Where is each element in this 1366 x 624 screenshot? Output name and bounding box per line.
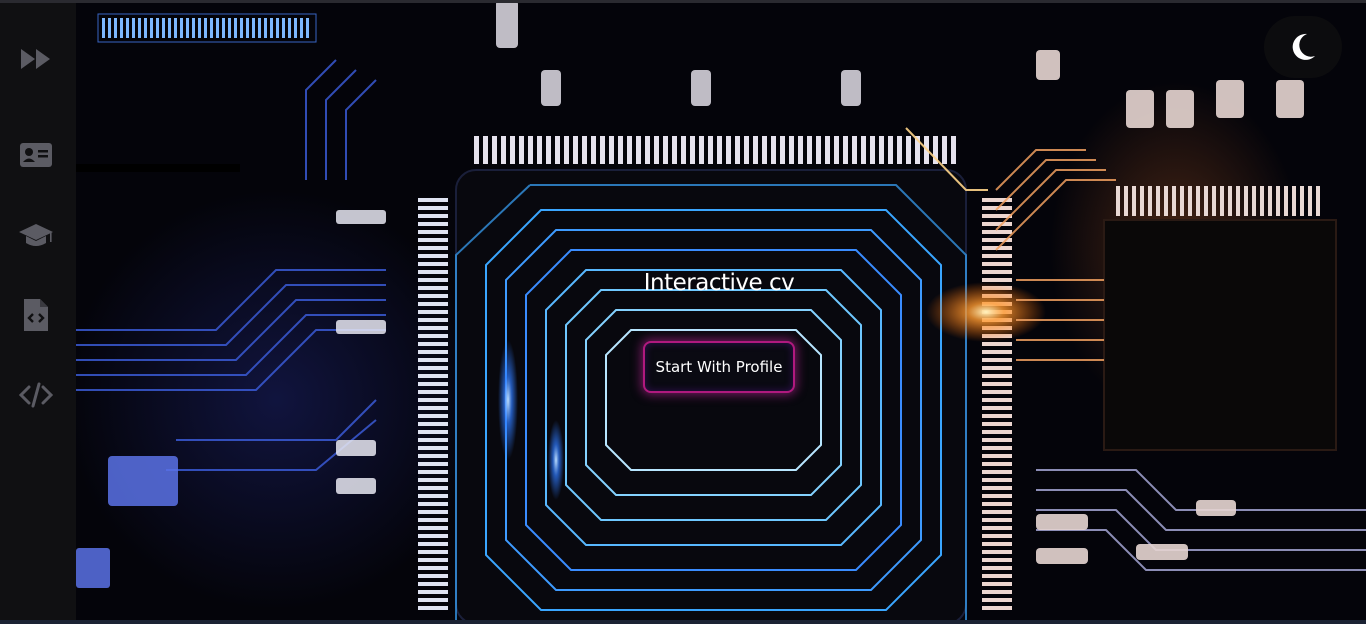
sidebar-item-expand[interactable]	[18, 41, 54, 77]
circuit-board-background	[76, 0, 1366, 624]
bottom-border	[0, 620, 1366, 624]
decorative-bar	[76, 164, 240, 172]
id-card-icon	[20, 143, 52, 167]
sidebar	[0, 0, 76, 624]
page-title: Interactive cv	[643, 270, 795, 296]
sidebar-item-profile[interactable]	[18, 137, 54, 173]
hero-section: Interactive cv Start With Profile	[76, 0, 1366, 624]
moon-icon	[1292, 33, 1315, 60]
top-border	[0, 0, 1366, 3]
start-with-profile-button[interactable]: Start With Profile	[643, 341, 795, 393]
sidebar-item-education[interactable]	[18, 217, 54, 253]
code-file-icon	[24, 299, 48, 331]
graduation-cap-icon	[19, 224, 53, 246]
sidebar-item-projects[interactable]	[18, 297, 54, 333]
sidebar-item-code[interactable]	[18, 377, 54, 413]
theme-toggle-button[interactable]	[1264, 16, 1342, 78]
page: Interactive cv Start With Profile	[0, 0, 1366, 624]
code-icon	[19, 382, 53, 408]
fast-forward-icon	[21, 49, 50, 69]
